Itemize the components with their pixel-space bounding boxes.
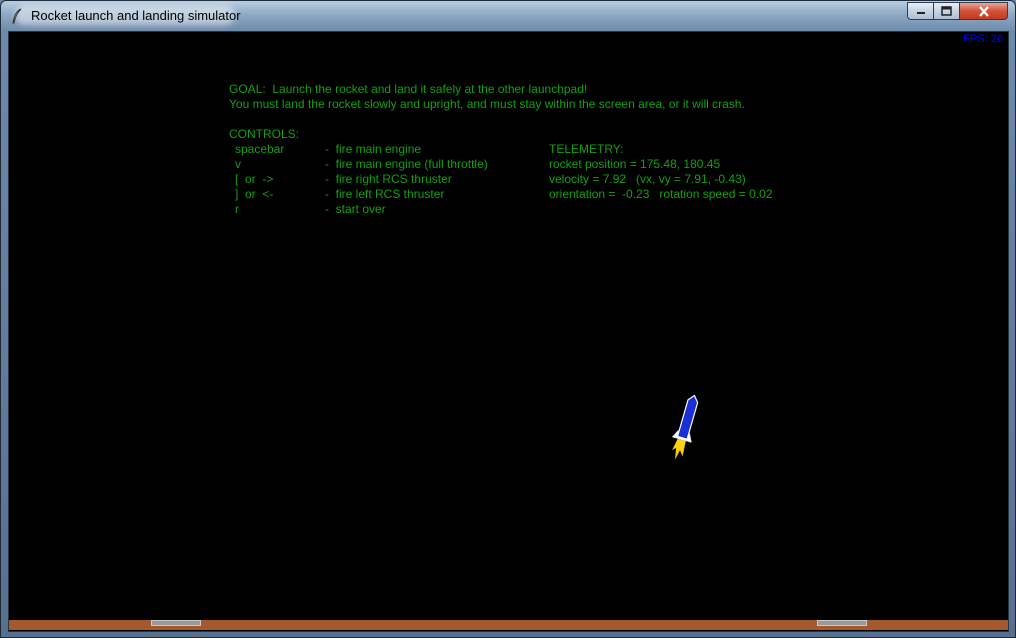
- telemetry-heading: TELEMETRY:: [549, 142, 624, 156]
- goal-line-1: GOAL: Launch the rocket and land it safe…: [229, 82, 588, 96]
- controls-heading: CONTROLS:: [229, 127, 300, 141]
- telemetry-orientation: orientation = -0.23 rotation speed = 0.0…: [549, 187, 773, 201]
- feather-icon[interactable]: [10, 8, 24, 24]
- caption-buttons: [907, 2, 1008, 21]
- fps-counter: FPS: 26: [963, 33, 1003, 45]
- launchpad-left: [151, 620, 201, 626]
- game-canvas[interactable]: FPS: 26 GOAL: Launch the rocket and land…: [8, 31, 1009, 632]
- control-action: - fire main engine: [325, 142, 422, 156]
- control-key: spacebar: [235, 142, 285, 156]
- telemetry-velocity: velocity = 7.92 (vx, vy = 7.91, -0.43): [549, 172, 746, 186]
- rocket: [671, 394, 699, 459]
- title-bar[interactable]: Rocket launch and landing simulator: [1, 1, 1015, 31]
- launchpad-right: [817, 620, 867, 626]
- window-title: Rocket launch and landing simulator: [31, 8, 241, 23]
- control-key: v: [235, 157, 241, 171]
- minimize-button[interactable]: [907, 2, 934, 20]
- control-action: - fire left RCS thruster: [325, 187, 445, 201]
- control-action: - fire main engine (full throttle): [325, 157, 488, 171]
- maximize-icon: [941, 6, 952, 16]
- minimize-icon: [916, 12, 925, 14]
- control-action: - start over: [325, 202, 386, 216]
- control-key: ] or <-: [235, 187, 274, 201]
- rocket-flame: [672, 438, 686, 459]
- control-key: r: [235, 202, 239, 216]
- control-key: [ or ->: [235, 172, 274, 186]
- rocket-body: [676, 394, 699, 440]
- app-window: Rocket launch and landing simulator FPS:…: [0, 0, 1016, 638]
- maximize-button[interactable]: [934, 2, 960, 20]
- goal-line-2: You must land the rocket slowly and upri…: [229, 97, 745, 111]
- close-button[interactable]: [960, 2, 1008, 20]
- telemetry-position: rocket position = 175.48, 180.45: [549, 157, 721, 171]
- close-icon: [978, 5, 989, 17]
- control-action: - fire right RCS thruster: [325, 172, 452, 186]
